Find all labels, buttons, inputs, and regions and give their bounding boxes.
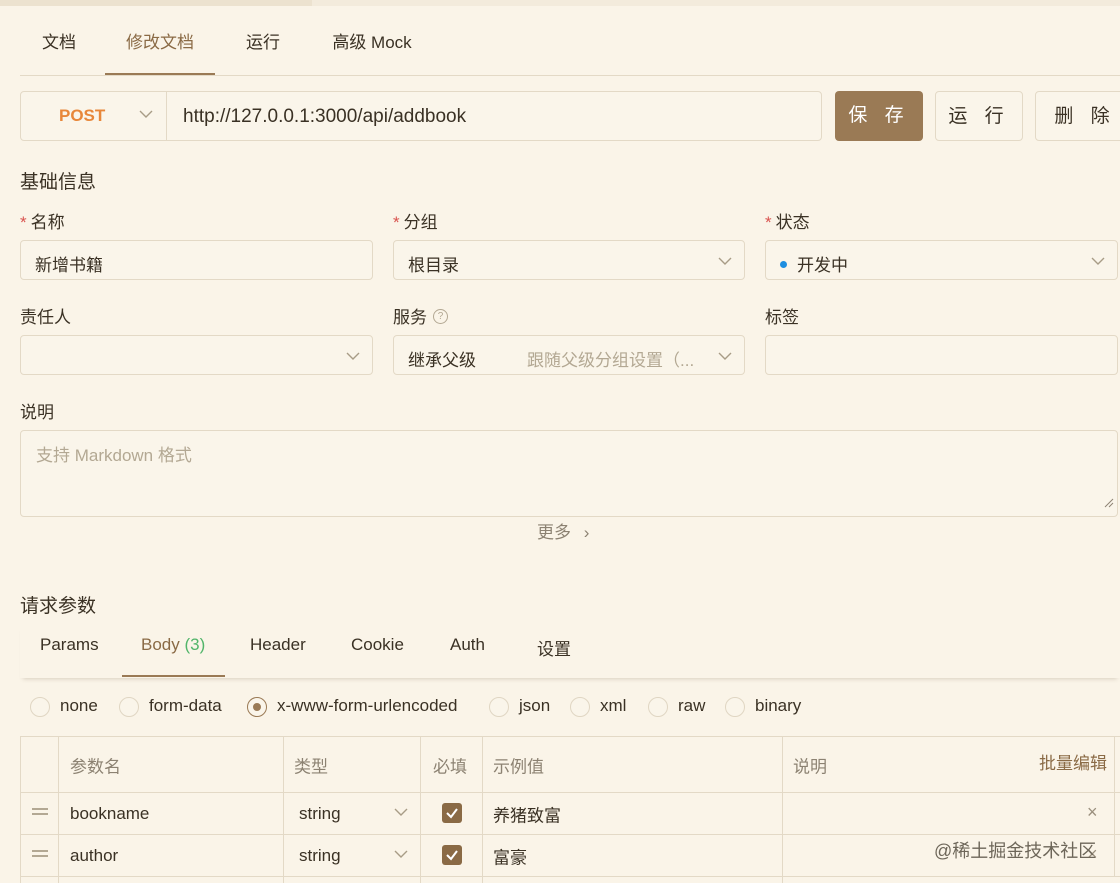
status-value: 开发中 [780, 251, 848, 276]
service-label: 服务? [393, 303, 448, 328]
tab-header[interactable]: Header [250, 635, 306, 655]
param-required-cell [421, 835, 483, 876]
tags-label: 标签 [765, 308, 799, 327]
status-label: * 状态 [765, 213, 810, 232]
group-select[interactable]: 根目录 [393, 240, 745, 280]
service-select[interactable]: 继承父级 跟随父级分组设置（... [393, 335, 745, 375]
name-value: 新增书籍 [35, 256, 103, 275]
url-input[interactable]: http://127.0.0.1:3000/api/addbook [183, 106, 466, 128]
tab-settings[interactable]: 设置 [537, 635, 571, 660]
chevron-down-icon [346, 348, 360, 369]
chevron-down-icon [139, 106, 153, 127]
param-desc-cell[interactable] [783, 793, 1115, 834]
delete-button[interactable]: 删 除 [1035, 91, 1120, 141]
param-example-cell[interactable]: 富豪 [483, 835, 783, 876]
url-bar: POST http://127.0.0.1:3000/api/addbook [20, 91, 822, 141]
description-label: 说明 [20, 403, 54, 422]
drag-handle-cell[interactable] [21, 793, 59, 834]
radio-selected-icon [247, 697, 267, 717]
chevron-down-icon [718, 348, 732, 369]
checkbox-checked-icon[interactable] [442, 803, 462, 823]
table-row-partial [21, 877, 1120, 883]
run-button[interactable]: 运 行 [935, 91, 1023, 141]
partial-cell [284, 877, 421, 883]
group-label: * 分组 [393, 213, 438, 232]
tab-advanced-mock[interactable]: 高级 Mock [320, 20, 424, 76]
active-tab-indicator [122, 675, 225, 677]
owner-label: 责任人 [20, 308, 71, 327]
drag-handle-icon[interactable] [32, 850, 48, 862]
group-value: 根目录 [408, 256, 459, 275]
help-icon[interactable]: ? [433, 309, 448, 325]
name-field[interactable]: 新增书籍 [20, 240, 373, 280]
table-row: bookname string 养猪致富 × [21, 793, 1120, 835]
chevron-down-icon [718, 253, 732, 274]
tab-docs[interactable]: 文档 [20, 20, 98, 76]
partial-cell [483, 877, 783, 883]
description-placeholder: 支持 Markdown 格式 [36, 446, 192, 465]
top-strip-segment [0, 0, 312, 6]
param-example-cell[interactable]: 养猪致富 [483, 793, 783, 834]
param-name-cell[interactable]: author [59, 835, 284, 876]
name-label: * 名称 [20, 213, 65, 232]
header-cell: 示例值 [483, 737, 783, 792]
checkbox-checked-icon[interactable] [442, 845, 462, 865]
header-cell: 参数名 [59, 737, 284, 792]
status-select[interactable]: 开发中 [765, 240, 1118, 280]
tab-run[interactable]: 运行 [230, 20, 296, 76]
tab-auth[interactable]: Auth [450, 635, 485, 655]
tab-cookie[interactable]: Cookie [351, 635, 404, 655]
partial-cell [21, 877, 59, 883]
partial-cell [421, 877, 483, 883]
tab-edit-docs[interactable]: 修改文档 [105, 20, 215, 76]
param-required-cell [421, 793, 483, 834]
drag-handle-icon[interactable] [32, 808, 48, 820]
header-handle-cell [21, 737, 59, 792]
resize-handle-icon[interactable] [1104, 493, 1114, 513]
basic-info-title: 基础信息 [20, 172, 97, 193]
request-params-title: 请求参数 [20, 596, 97, 617]
status-dot-icon [780, 261, 787, 269]
table-header-row: 参数名 类型 必填 示例值 说明 批量编辑 [21, 736, 1120, 793]
partial-cell [59, 877, 284, 883]
chevron-down-icon [1091, 253, 1105, 274]
service-value: 继承父级 [408, 351, 476, 370]
save-button[interactable]: 保 存 [835, 91, 923, 141]
param-type-select[interactable]: string [284, 835, 421, 876]
radio-circle-icon [570, 697, 590, 717]
chevron-down-icon [394, 804, 408, 825]
description-textarea[interactable]: 支持 Markdown 格式 [20, 430, 1118, 517]
param-type-select[interactable]: string [284, 793, 421, 834]
chevron-down-icon [394, 846, 408, 867]
more-button[interactable]: 更多 › [537, 518, 589, 543]
radio-circle-icon [725, 697, 745, 717]
header-cell: 类型 [284, 737, 421, 792]
tab-body[interactable]: Body (3) [141, 635, 205, 655]
method-select[interactable]: POST [21, 92, 167, 140]
chevron-right-icon: › [583, 523, 590, 542]
drag-handle-cell[interactable] [21, 835, 59, 876]
top-strip [0, 0, 1120, 6]
close-icon[interactable]: × [1087, 802, 1098, 823]
tab-params[interactable]: Params [40, 635, 99, 655]
radio-circle-icon [648, 697, 668, 717]
radio-circle-icon [119, 697, 139, 717]
body-count-badge: (3) [184, 635, 206, 654]
method-label: POST [59, 106, 106, 125]
tags-input[interactable] [765, 335, 1118, 375]
param-name-cell[interactable]: bookname [59, 793, 284, 834]
radio-circle-icon [30, 697, 50, 717]
service-hint: 跟随父级分组设置（... [527, 351, 695, 370]
header-cell: 必填 [421, 737, 483, 792]
param-tabs: Params Body (3) Header Cookie Auth 设置 [20, 625, 1120, 678]
owner-select[interactable] [20, 335, 373, 375]
top-tabs: 文档 修改文档 运行 高级 Mock [20, 20, 1120, 76]
body-type-radio-group: none form-data x-www-form-urlencoded jso… [30, 696, 830, 718]
active-tab-indicator [105, 73, 215, 75]
batch-edit-button[interactable]: 批量编辑 [1039, 749, 1107, 774]
watermark: @稀土掘金技术社区 [934, 841, 1097, 861]
radio-circle-icon [489, 697, 509, 717]
